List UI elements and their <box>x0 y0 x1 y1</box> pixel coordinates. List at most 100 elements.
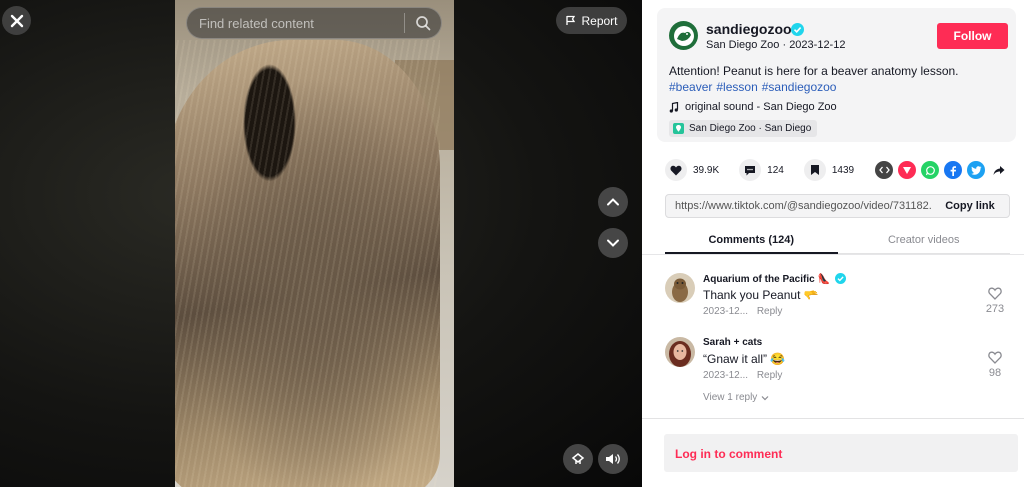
sound-link[interactable]: original sound - San Diego Zoo <box>669 101 837 113</box>
tabs-divider <box>642 254 1024 255</box>
next-video-button[interactable] <box>598 228 628 258</box>
comment-like-button[interactable]: 273 <box>983 287 1007 315</box>
sound-label: original sound - San Diego Zoo <box>685 101 837 113</box>
bookmark-icon <box>810 165 819 175</box>
tab-comments[interactable]: Comments (124) <box>665 226 838 254</box>
share-link-row: https://www.tiktok.com/@sandiegozoo/vide… <box>665 194 1010 218</box>
previous-video-button[interactable] <box>598 187 628 217</box>
comment-like-count: 98 <box>988 367 1002 379</box>
comment-date: 2023-12... <box>703 370 749 381</box>
comment-item: Sarah + cats “Gnaw it all” 😂 2023-12... … <box>665 337 1015 409</box>
heart-icon <box>670 165 682 175</box>
report-label: Report <box>581 13 618 28</box>
view-replies-label: View 1 reply <box>703 392 758 403</box>
comments-footer-divider <box>642 418 1024 419</box>
facebook-button[interactable] <box>944 161 962 179</box>
comment-like-button[interactable]: 98 <box>983 351 1007 379</box>
hashtag-link[interactable]: #beaver <box>669 80 712 94</box>
comment-username-text: Aquarium of the Pacific <box>703 274 815 285</box>
send-icon <box>903 167 911 174</box>
close-button[interactable] <box>2 6 31 35</box>
embed-button[interactable] <box>875 161 893 179</box>
subline-separator: · <box>782 39 787 51</box>
comment-date: 2023-12... <box>703 306 749 317</box>
twitter-button[interactable] <box>967 161 985 179</box>
reply-button[interactable]: Reply <box>757 370 783 381</box>
video-player[interactable]: Report <box>0 0 642 487</box>
author-subline: San Diego Zoo · 2023-12-12 <box>706 39 845 51</box>
details-panel: sandiegozoo San Diego Zoo · 2023-12-12 F… <box>642 0 1024 487</box>
comment-meta: 2023-12... Reply <box>703 370 782 381</box>
author-display-name: San Diego Zoo <box>706 39 780 51</box>
comment-meta: 2023-12... Reply <box>703 306 782 317</box>
heart-outline-icon <box>988 287 1002 300</box>
comment-count: 124 <box>767 164 784 176</box>
music-note-icon <box>669 101 679 113</box>
facebook-icon <box>950 165 956 176</box>
hashtag-link[interactable]: #lesson <box>716 80 757 94</box>
share-url: https://www.tiktok.com/@sandiegozoo/vide… <box>675 200 931 212</box>
comment-username-emoji: 👠 <box>817 274 830 285</box>
view-replies-button[interactable]: View 1 reply <box>703 392 769 403</box>
share-icons <box>875 161 1008 179</box>
comment-avatar[interactable] <box>665 337 695 367</box>
save-count: 1439 <box>831 164 855 176</box>
heart-outline-icon <box>988 351 1002 364</box>
like-count: 39.9K <box>693 164 720 176</box>
beaver-image <box>175 40 440 487</box>
embed-icon <box>878 166 890 174</box>
twitter-icon <box>970 165 981 175</box>
comment-avatar[interactable] <box>665 273 695 303</box>
verified-badge-icon <box>834 273 846 284</box>
search-input[interactable] <box>187 15 404 31</box>
login-to-comment-button[interactable]: Log in to comment <box>664 434 1018 472</box>
follow-button[interactable]: Follow <box>937 23 1008 49</box>
more-share-button[interactable] <box>990 161 1008 179</box>
whatsapp-button[interactable] <box>921 161 939 179</box>
sea-lion-avatar-icon <box>665 273 695 303</box>
comment-username[interactable]: Sarah + cats <box>703 337 762 348</box>
zoo-logo-icon <box>673 25 694 46</box>
send-button[interactable] <box>898 161 916 179</box>
tab-bar: Comments (124) Creator videos <box>665 226 1010 254</box>
report-button[interactable]: Report <box>556 7 627 34</box>
post-caption: Attention! Peanut is here for a beaver a… <box>669 64 959 78</box>
post-info-card: sandiegozoo San Diego Zoo · 2023-12-12 F… <box>657 8 1016 142</box>
floating-player-icon <box>571 453 585 464</box>
verified-badge-icon <box>791 23 804 36</box>
chevron-down-icon <box>607 239 619 247</box>
reply-button[interactable]: Reply <box>757 306 783 317</box>
comment-text: Thank you Peanut 🫳 <box>703 288 819 302</box>
search-button[interactable] <box>405 8 441 38</box>
comment-like-count: 273 <box>985 303 1005 315</box>
volume-button[interactable] <box>598 444 628 474</box>
volume-icon <box>606 454 620 464</box>
action-bar: 39.9K 124 1439 <box>665 159 874 181</box>
close-icon <box>10 14 23 27</box>
tab-creator-videos[interactable]: Creator videos <box>837 226 1010 254</box>
whatsapp-icon <box>925 165 935 175</box>
search-icon <box>416 16 431 31</box>
post-date: 2023-12-12 <box>789 39 846 51</box>
comment-username[interactable]: Aquarium of the Pacific 👠 <box>703 273 846 285</box>
comment-text: “Gnaw it all” 😂 <box>703 352 786 366</box>
hashtag-list: #beaver #lesson #sandiegozoo <box>669 80 840 94</box>
share-arrow-icon <box>993 165 1005 175</box>
chevron-up-icon <box>607 198 619 206</box>
user-photo-avatar-icon <box>665 337 695 367</box>
comment-button[interactable]: 124 <box>739 159 784 181</box>
floating-player-button[interactable] <box>563 444 593 474</box>
copy-link-button[interactable]: Copy link <box>931 200 1009 212</box>
flag-icon <box>566 15 576 25</box>
comment-icon <box>745 165 756 175</box>
location-pin-icon <box>673 123 684 134</box>
save-button[interactable]: 1439 <box>803 159 855 181</box>
hashtag-link[interactable]: #sandiegozoo <box>762 80 837 94</box>
location-tag[interactable]: San Diego Zoo · San Diego <box>669 120 818 137</box>
author-avatar[interactable] <box>669 21 698 50</box>
author-username[interactable]: sandiegozoo <box>706 21 792 37</box>
comment-item: Aquarium of the Pacific 👠 Thank you Pean… <box>665 273 1015 328</box>
search-bar[interactable] <box>186 7 442 39</box>
video-frame[interactable] <box>175 0 454 487</box>
like-button[interactable]: 39.9K <box>665 159 719 181</box>
